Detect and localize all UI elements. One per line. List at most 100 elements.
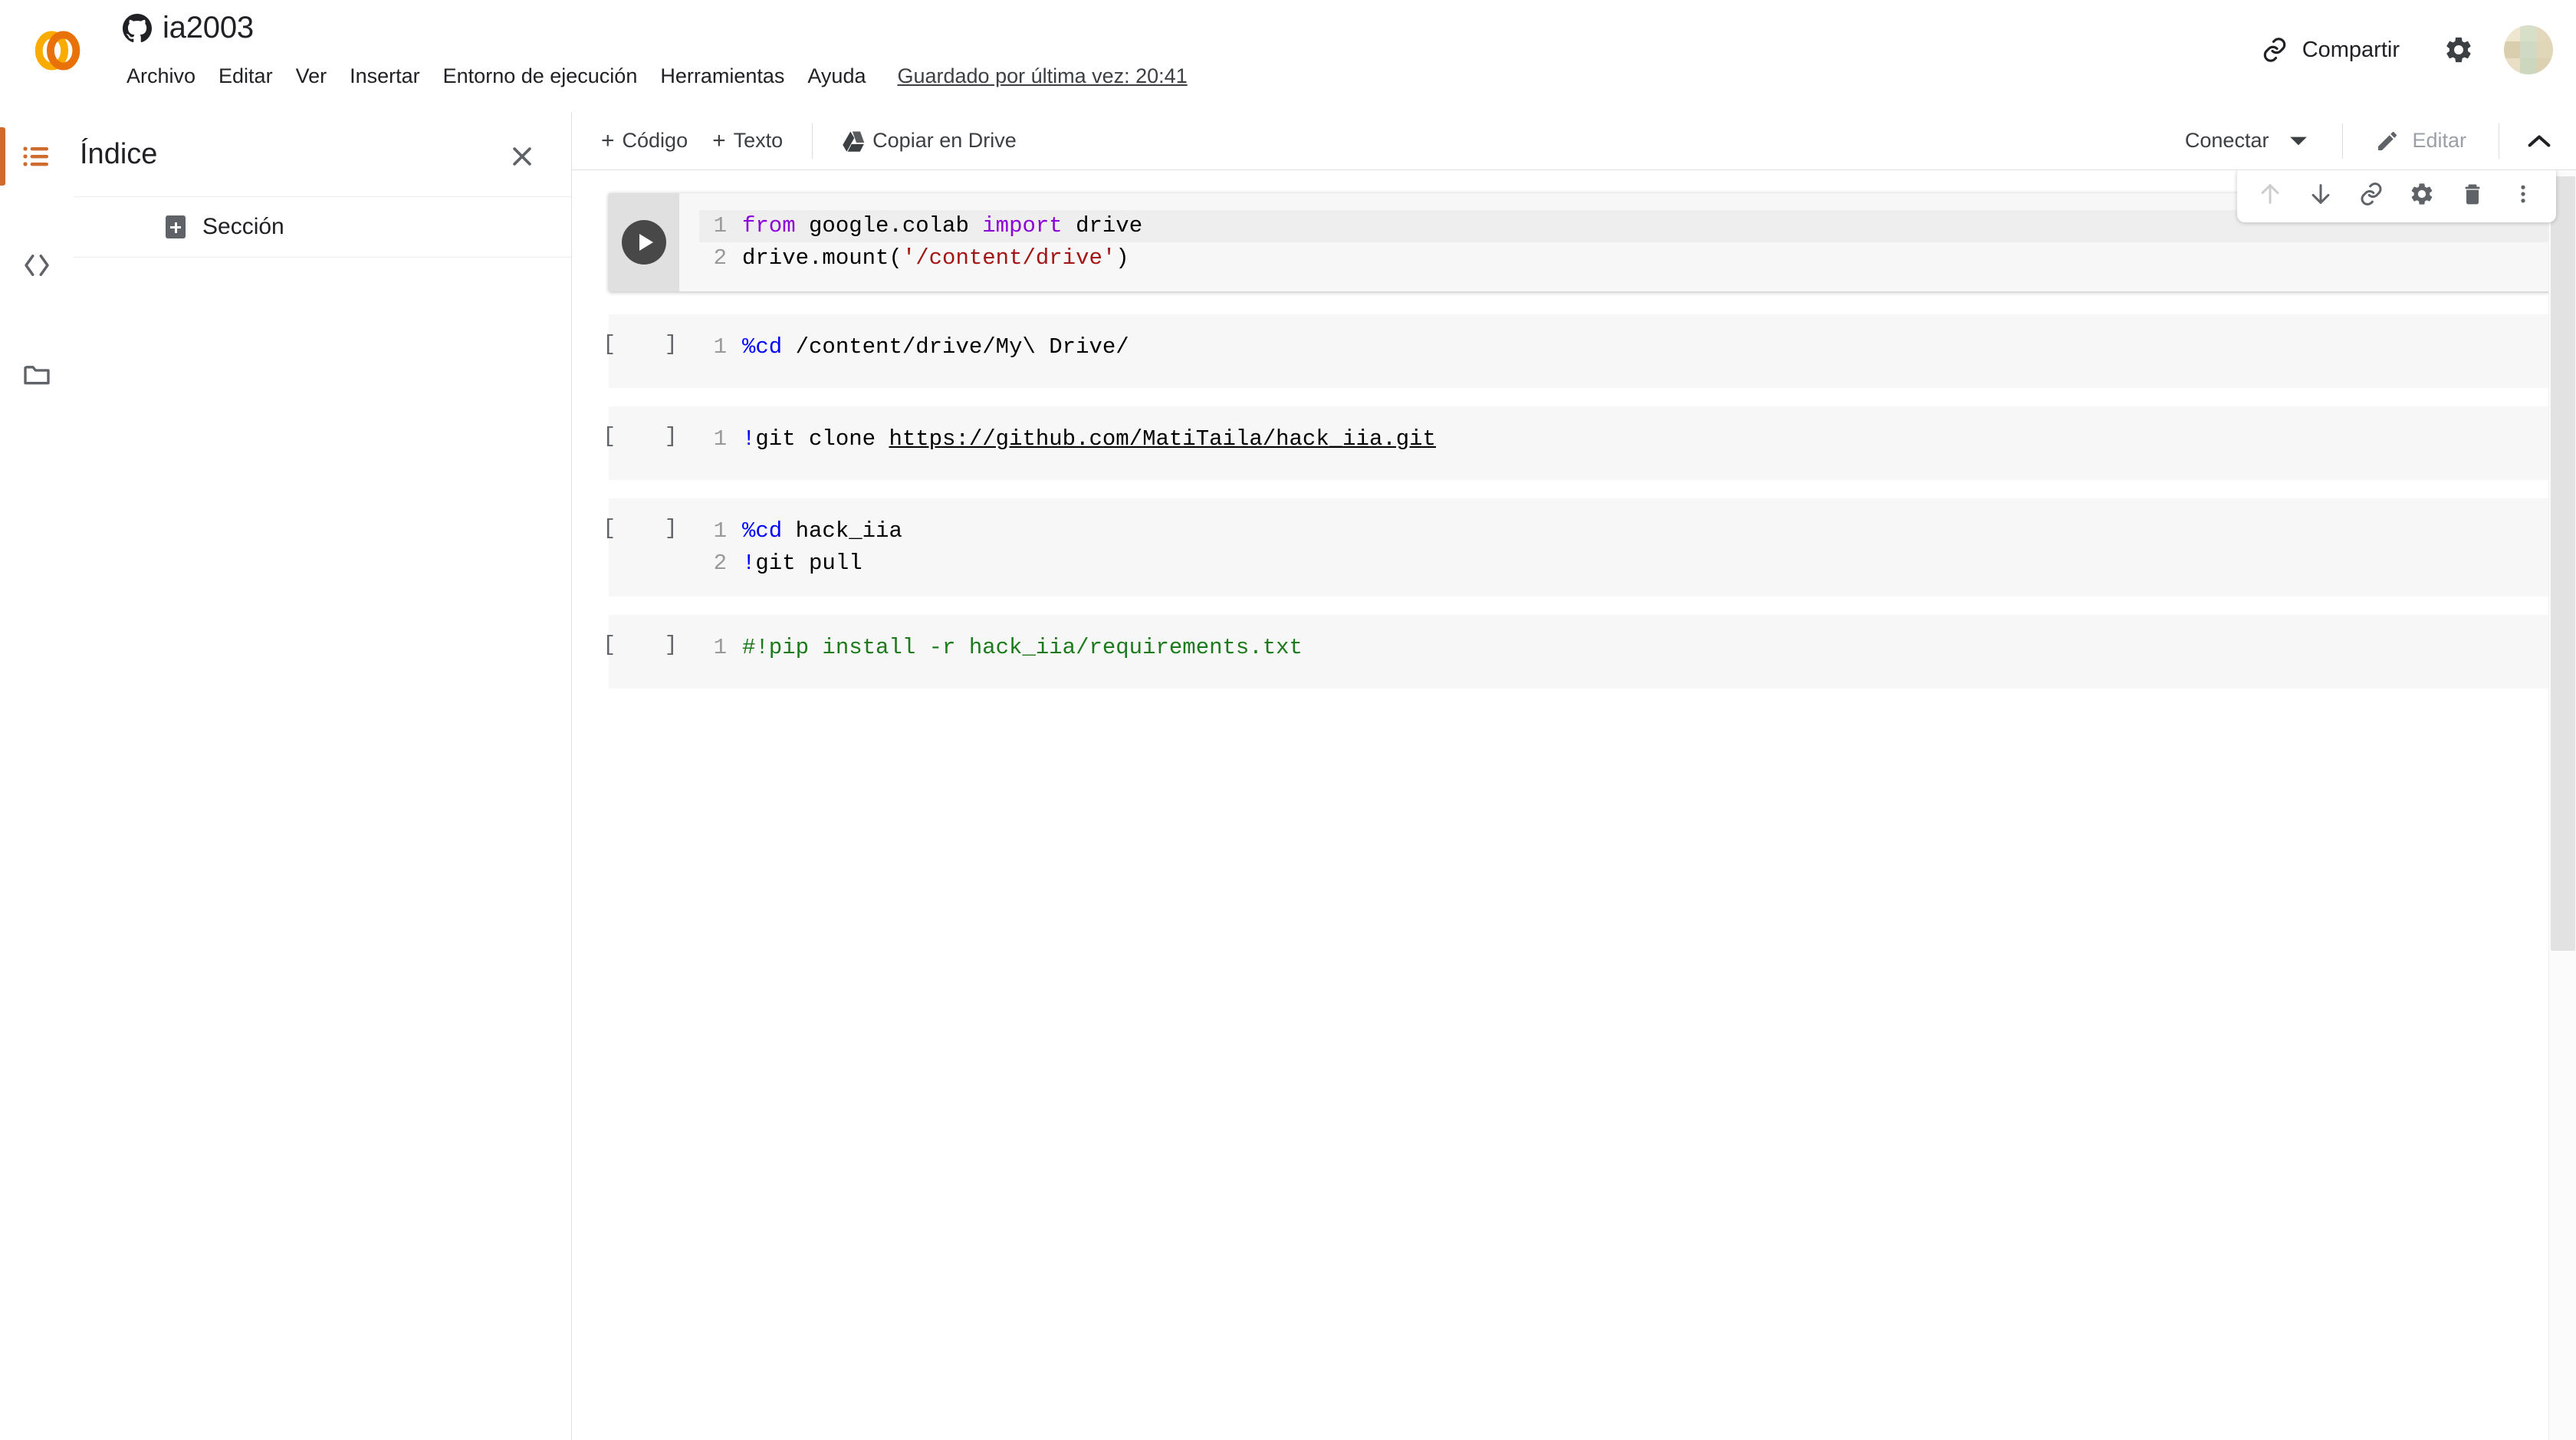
share-button[interactable]: Compartir — [2241, 25, 2420, 74]
run-cell-button[interactable] — [622, 220, 666, 265]
line-number: 1 — [713, 635, 727, 660]
code-line-text: from google.colab import drive — [742, 210, 1142, 242]
code-line-text: %cd /content/drive/My\ Drive/ — [742, 331, 1129, 363]
notebook-title-row[interactable]: ia2003 — [123, 11, 254, 45]
line-number: 1 — [713, 426, 727, 452]
menu-entorno-de-ejecucion[interactable]: Entorno de ejecución — [432, 60, 649, 93]
link-icon — [2261, 36, 2288, 64]
delete-cell-trash-icon — [2460, 182, 2485, 206]
code-token: git clone — [755, 426, 889, 452]
code-token: google.colab — [809, 213, 983, 238]
connect-button[interactable]: Conectar — [2168, 121, 2326, 160]
cell-settings-gear-button[interactable] — [2398, 170, 2446, 218]
cell-code-editor[interactable]: 1 %cd hack_iia 2 !git pull — [679, 498, 2576, 597]
cell-execution-prompt[interactable]: [ ] — [603, 517, 685, 541]
edit-mode-button[interactable]: Editar — [2360, 121, 2482, 161]
settings-button[interactable] — [2430, 21, 2487, 78]
code-token: ! — [742, 426, 756, 452]
code-line-text: #!pip install -r hack_iia/requirements.t… — [742, 632, 1303, 664]
code-line-text: %cd hack_iia — [742, 515, 902, 547]
active-indicator-bar — [0, 127, 5, 186]
toolbar-divider — [812, 123, 813, 159]
cell-code-editor[interactable]: 1 %cd /content/drive/My\ Drive/ — [679, 314, 2576, 388]
cell-gutter: [ ] — [603, 498, 679, 597]
collapse-toolbar-button[interactable] — [2516, 118, 2562, 164]
close-sidebar-button[interactable] — [501, 135, 544, 178]
move-cell-down-button[interactable] — [2297, 170, 2344, 218]
cell-code-editor[interactable]: 1 !git clone https://github.com/MatiTaila… — [679, 406, 2576, 480]
files-button[interactable] — [0, 334, 74, 414]
move-cell-up-button[interactable] — [2246, 170, 2294, 218]
code-line: 2 drive.mount('/content/drive') — [699, 242, 2576, 275]
sidebar-divider — [74, 257, 571, 258]
cell-list: 1 from google.colab import drive 2 drive.mo… — [572, 170, 2576, 689]
code-link[interactable]: https://github.com/MatiTaila/hack_iia.gi… — [889, 426, 1436, 452]
cell-code-editor[interactable]: 1 #!pip install -r hack_iia/requirements.… — [679, 615, 2576, 689]
plus-icon: + — [601, 127, 615, 153]
code-line-text: !git clone https://github.com/MatiTaila/… — [742, 423, 1436, 455]
sidebar-item-label: Sección — [202, 214, 284, 239]
scrollbar-thumb[interactable] — [2551, 176, 2575, 951]
code-line: 1 %cd /content/drive/My\ Drive/ — [699, 331, 2576, 363]
move-cell-up-icon — [2257, 181, 2283, 207]
line-number: 2 — [713, 551, 727, 576]
cell-gutter: [ ] — [603, 615, 679, 689]
notebook-cell[interactable]: [ ] 1 #!pip install -r hack_iia/requiremen… — [603, 615, 2576, 689]
sidebar-item-seccion[interactable]: Sección — [74, 197, 571, 257]
notebook-cell[interactable]: 1 from google.colab import drive 2 drive.mo… — [609, 170, 2576, 291]
cell-execution-prompt[interactable]: [ ] — [603, 333, 685, 357]
code-snippets-button[interactable] — [0, 225, 74, 305]
add-text-cell-label: Texto — [733, 129, 784, 152]
copy-to-drive-label: Copiar en Drive — [872, 129, 1017, 152]
notebook-canvas: 1 from google.colab import drive 2 drive.mo… — [572, 170, 2576, 1440]
toc-toggle-button[interactable] — [0, 117, 74, 196]
link-to-cell-button[interactable] — [2348, 170, 2395, 218]
code-token: %cd — [742, 518, 783, 544]
cell-execution-prompt[interactable]: [ ] — [603, 425, 685, 449]
close-icon — [509, 143, 535, 169]
cell-settings-gear-icon — [2409, 181, 2435, 207]
add-code-cell-button[interactable]: + Código — [589, 123, 700, 159]
notebook-cell[interactable]: [ ] 1 %cd /content/drive/My\ Drive/ — [603, 314, 2576, 388]
menu-archivo[interactable]: Archivo — [115, 60, 207, 93]
menu-herramientas[interactable]: Herramientas — [649, 60, 796, 93]
plus-icon: + — [712, 127, 726, 153]
menu-insertar[interactable]: Insertar — [338, 60, 432, 93]
toolbar-right-group: Conectar Editar — [2168, 118, 2576, 164]
menu-bar: Archivo Editar Ver Insertar Entorno de e… — [115, 60, 1188, 93]
menu-ayuda[interactable]: Ayuda — [796, 60, 877, 93]
line-number: 1 — [713, 518, 727, 544]
code-token: ! — [742, 551, 756, 576]
github-icon — [123, 13, 152, 43]
code-token: git pull — [755, 551, 863, 576]
code-line-text: drive.mount('/content/drive') — [742, 242, 1129, 275]
left-icon-rail — [0, 112, 74, 1440]
cell-execution-prompt[interactable]: [ ] — [603, 633, 685, 657]
notebook-toolbar: + Código + Texto Copiar en Drive Conecta… — [572, 112, 2576, 170]
folder-icon — [21, 359, 52, 390]
add-text-cell-button[interactable]: + Texto — [700, 123, 795, 159]
notebook-cell[interactable]: [ ] 1 %cd hack_iia 2 !git pull — [603, 498, 2576, 597]
code-token: '/content/drive' — [902, 245, 1116, 271]
more-options-kebab-button[interactable] — [2499, 170, 2547, 218]
code-line: 2 !git pull — [699, 547, 2576, 580]
add-code-cell-label: Código — [622, 129, 688, 152]
menu-editar[interactable]: Editar — [207, 60, 284, 93]
vertical-scrollbar[interactable] — [2548, 170, 2576, 1440]
line-number: 1 — [713, 213, 727, 238]
copy-to-drive-button[interactable]: Copiar en Drive — [830, 123, 1029, 159]
colab-logo[interactable] — [26, 21, 84, 80]
drive-icon — [842, 130, 865, 153]
menu-ver[interactable]: Ver — [284, 60, 339, 93]
code-line: 1 #!pip install -r hack_iia/requirements.… — [699, 632, 2576, 664]
code-token: %cd — [742, 334, 783, 360]
connect-label: Conectar — [2184, 129, 2269, 152]
saved-status[interactable]: Guardado por última vez: 20:41 — [897, 64, 1187, 88]
code-token: drive — [1076, 213, 1143, 238]
expand-plus-icon[interactable] — [166, 215, 186, 238]
toc-icon — [21, 141, 52, 172]
avatar[interactable] — [2504, 25, 2553, 74]
notebook-cell[interactable]: [ ] 1 !git clone https://github.com/MatiTa… — [603, 406, 2576, 480]
delete-cell-trash-button[interactable] — [2449, 170, 2496, 218]
pencil-icon — [2375, 129, 2400, 153]
